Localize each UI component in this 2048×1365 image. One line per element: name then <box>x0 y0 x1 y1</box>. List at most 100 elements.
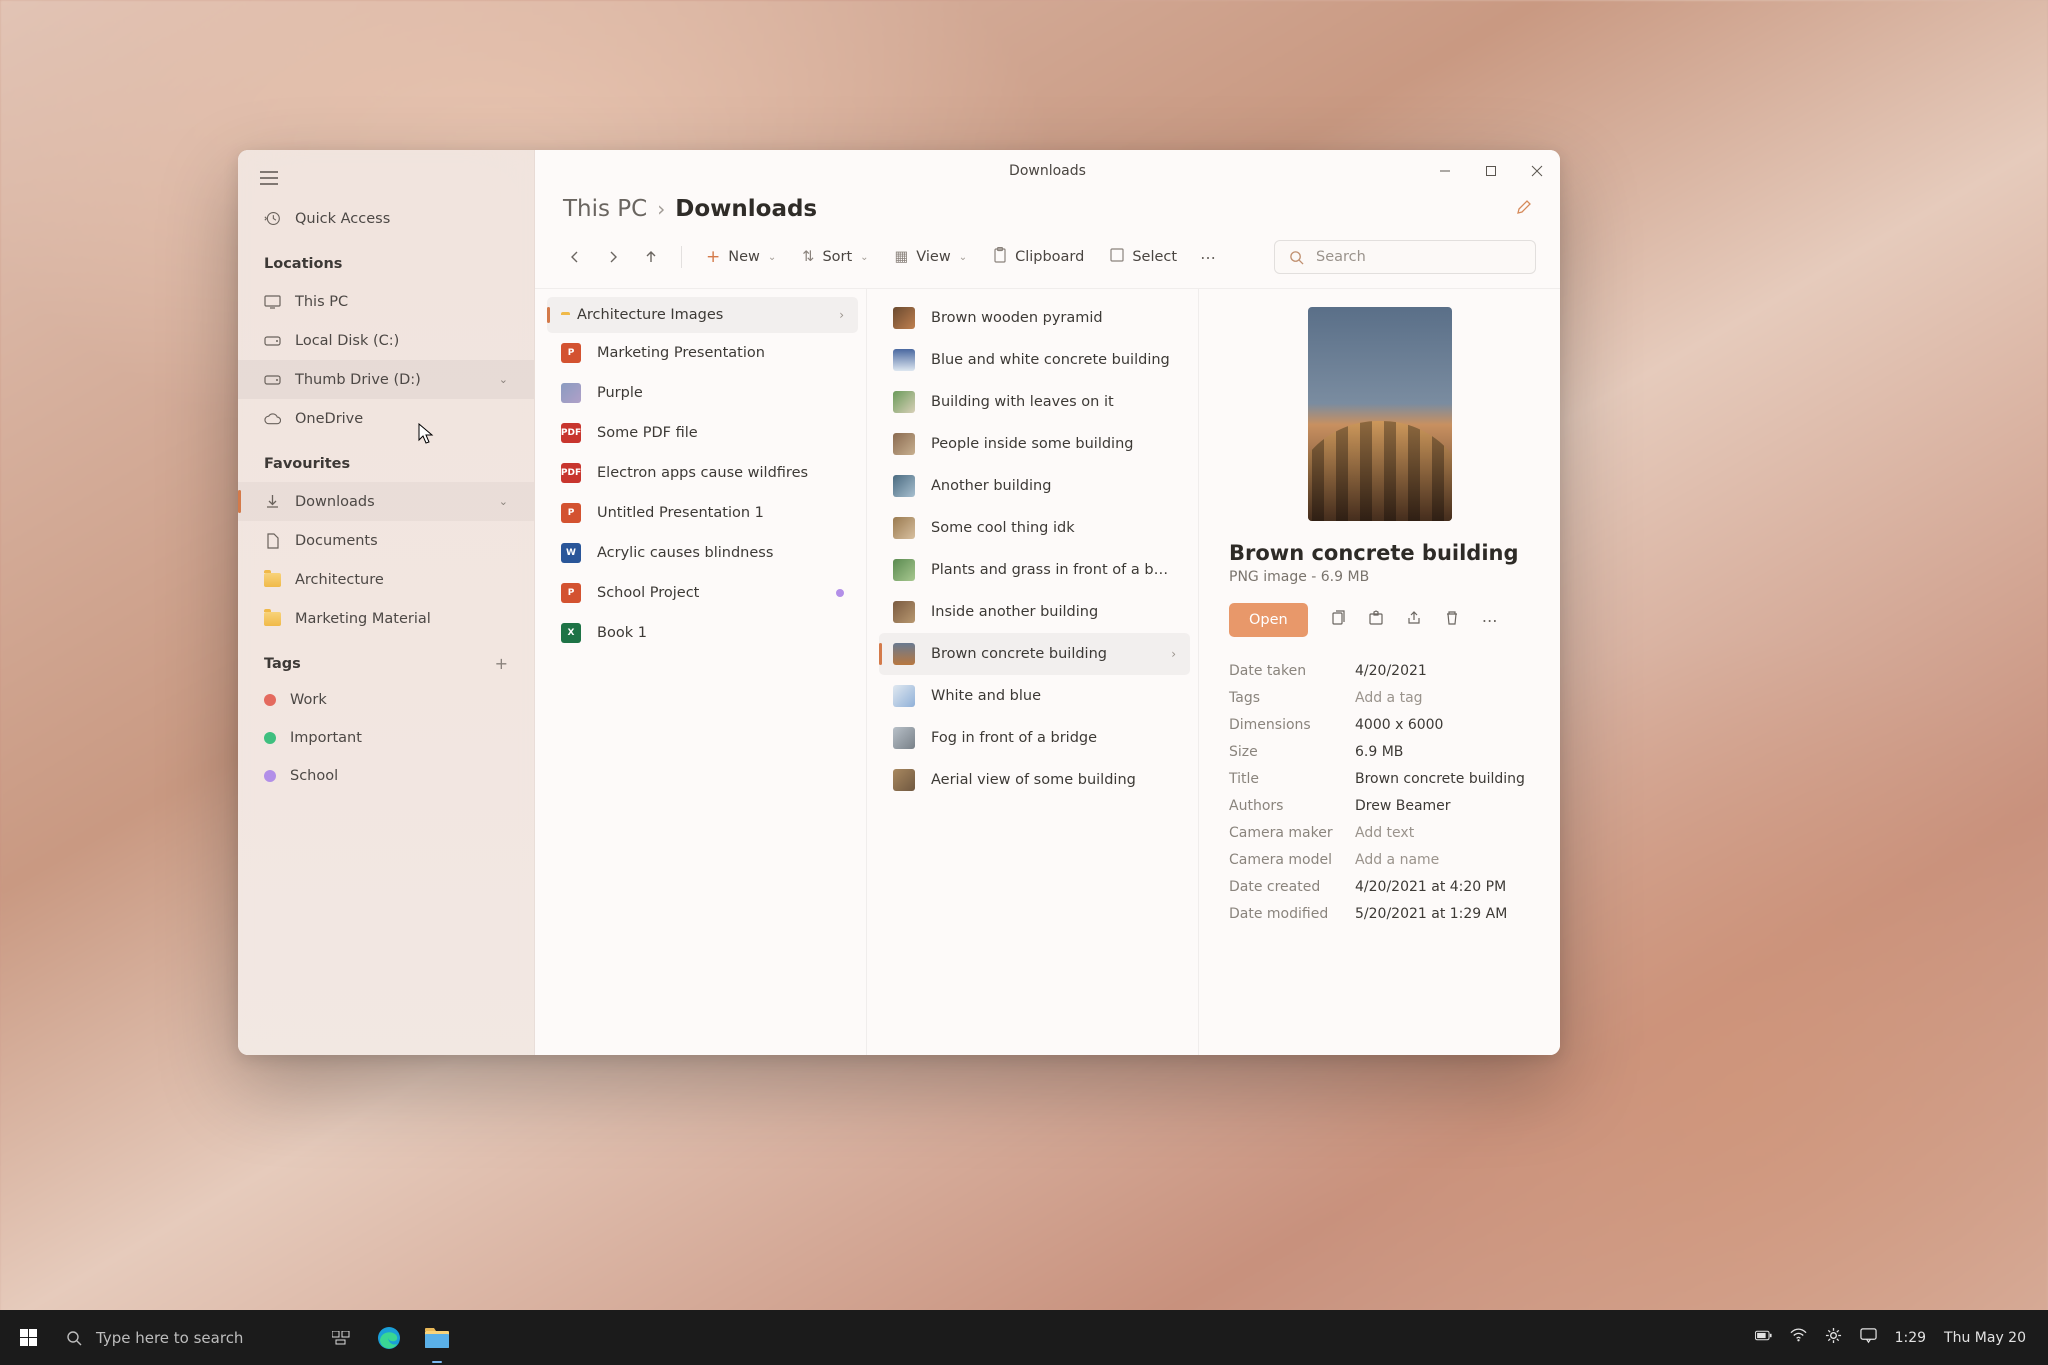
open-button[interactable]: Open <box>1229 603 1308 637</box>
titlebar[interactable]: Downloads <box>535 150 1560 192</box>
file-explorer-app[interactable] <box>414 1310 460 1365</box>
sidebar-favourite-3[interactable]: Marketing Material <box>238 599 534 638</box>
settings-icon[interactable] <box>1825 1327 1842 1348</box>
file-label: Aerial view of some building <box>931 772 1136 788</box>
file-label: Some cool thing idk <box>931 520 1075 536</box>
battery-icon[interactable] <box>1755 1327 1772 1348</box>
details-actions: Open ⋯ <box>1229 603 1530 637</box>
file-item[interactable]: Blue and white concrete building <box>879 339 1190 381</box>
window-title: Downloads <box>1009 163 1086 179</box>
sidebar-favourite-1[interactable]: Documents <box>238 521 534 560</box>
location-label: Local Disk (C:) <box>295 333 399 349</box>
file-type-icon: PDF <box>561 423 581 443</box>
sidebar-tag-2[interactable]: School <box>238 757 534 795</box>
file-item[interactable]: PMarketing Presentation <box>547 333 858 373</box>
clipboard-button[interactable]: Clipboard <box>983 241 1094 273</box>
file-item[interactable]: XBook 1 <box>547 613 858 653</box>
breadcrumb-root[interactable]: This PC <box>563 196 647 222</box>
file-item[interactable]: Plants and grass in front of a building <box>879 549 1190 591</box>
start-button[interactable] <box>4 1310 52 1365</box>
file-item[interactable]: PUntitled Presentation 1 <box>547 493 858 533</box>
close-button[interactable] <box>1514 150 1560 192</box>
file-label: Some PDF file <box>597 425 698 441</box>
sidebar-location-1[interactable]: Local Disk (C:) <box>238 321 534 360</box>
taskbar-time[interactable]: 1:29 <box>1895 1330 1926 1346</box>
edge-app[interactable] <box>366 1310 412 1365</box>
sidebar-favourite-2[interactable]: Architecture <box>238 560 534 599</box>
meta-value: 4/20/2021 <box>1355 663 1530 679</box>
favourite-label: Documents <box>295 533 378 549</box>
content-area: Architecture Images›PMarketing Presentat… <box>535 289 1560 1055</box>
sort-button[interactable]: ⇅Sort⌄ <box>792 243 878 271</box>
file-item[interactable]: Some cool thing idk <box>879 507 1190 549</box>
sidebar-favourite-0[interactable]: Downloads⌄ <box>238 482 534 521</box>
file-item[interactable]: Another building <box>879 465 1190 507</box>
more-actions-button[interactable]: ⋯ <box>1482 611 1500 630</box>
nav-back-button[interactable] <box>559 241 591 273</box>
edit-path-button[interactable] <box>1516 199 1532 219</box>
select-button[interactable]: Select <box>1100 242 1187 272</box>
image-thumbnail <box>893 769 915 791</box>
preview-thumbnail[interactable] <box>1308 307 1452 521</box>
file-label: Another building <box>931 478 1051 494</box>
meta-value[interactable]: Add a tag <box>1355 690 1530 706</box>
select-icon <box>1110 248 1124 266</box>
meta-value: Brown concrete building <box>1355 771 1530 787</box>
file-item[interactable]: Building with leaves on it <box>879 381 1190 423</box>
notifications-icon[interactable] <box>1860 1327 1877 1348</box>
file-item[interactable]: Inside another building <box>879 591 1190 633</box>
hamburger-button[interactable] <box>238 156 534 199</box>
sidebar-location-3[interactable]: OneDrive <box>238 399 534 438</box>
file-item[interactable]: People inside some building <box>879 423 1190 465</box>
nav-up-button[interactable] <box>635 241 667 273</box>
view-button[interactable]: ▦View⌄ <box>885 243 978 271</box>
sidebar-location-0[interactable]: This PC <box>238 282 534 321</box>
file-item[interactable]: Brown wooden pyramid <box>879 297 1190 339</box>
open-with-button[interactable] <box>1368 610 1384 630</box>
file-item[interactable]: Brown concrete building› <box>879 633 1190 675</box>
sidebar-location-2[interactable]: Thumb Drive (D:)⌄ <box>238 360 534 399</box>
file-item[interactable]: WAcrylic causes blindness <box>547 533 858 573</box>
wifi-icon[interactable] <box>1790 1327 1807 1348</box>
search-icon <box>1289 250 1304 265</box>
new-button[interactable]: +New⌄ <box>696 243 786 272</box>
file-item[interactable]: Fog in front of a bridge <box>879 717 1190 759</box>
add-tag-button[interactable]: + <box>495 654 508 673</box>
maximize-button[interactable] <box>1468 150 1514 192</box>
minimize-button[interactable] <box>1422 150 1468 192</box>
taskbar-search[interactable]: Type here to search <box>52 1318 314 1358</box>
meta-value[interactable]: Add text <box>1355 825 1530 841</box>
file-item[interactable]: PSchool Project <box>547 573 858 613</box>
sidebar-tag-1[interactable]: Important <box>238 719 534 757</box>
file-item[interactable]: Purple <box>547 373 858 413</box>
file-item[interactable]: Aerial view of some building <box>879 759 1190 801</box>
system-tray: 1:29 Thu May 20 <box>1755 1327 2044 1348</box>
file-label: Blue and white concrete building <box>931 352 1170 368</box>
main-pane: Downloads This PC › Downloads +New⌄ ⇅Sor… <box>535 150 1560 1055</box>
file-item[interactable]: White and blue <box>879 675 1190 717</box>
image-thumbnail <box>893 433 915 455</box>
sidebar-tag-0[interactable]: Work <box>238 681 534 719</box>
nav-forward-button[interactable] <box>597 241 629 273</box>
copy-button[interactable] <box>1330 610 1346 630</box>
document-icon <box>264 532 281 549</box>
search-input[interactable]: Search <box>1274 240 1536 274</box>
taskbar-date[interactable]: Thu May 20 <box>1944 1330 2026 1346</box>
meta-value[interactable]: Add a name <box>1355 852 1530 868</box>
file-label: People inside some building <box>931 436 1133 452</box>
task-view-button[interactable] <box>318 1310 364 1365</box>
delete-button[interactable] <box>1444 610 1460 630</box>
file-item[interactable]: Architecture Images› <box>547 297 858 333</box>
sidebar-quick-access[interactable]: Quick Access <box>238 199 534 238</box>
more-button[interactable]: ⋯ <box>1193 241 1225 273</box>
file-item[interactable]: PDFElectron apps cause wildfires <box>547 453 858 493</box>
favourite-label: Architecture <box>295 572 384 588</box>
file-type-icon: X <box>561 623 581 643</box>
file-item[interactable]: PDF Some PDF file <box>547 413 858 453</box>
history-icon <box>264 210 281 227</box>
file-type-icon: P <box>561 583 581 603</box>
share-button[interactable] <box>1406 610 1422 630</box>
location-label: OneDrive <box>295 411 363 427</box>
favourites-heading: Favourites <box>238 438 534 482</box>
tag-label: Important <box>290 730 362 746</box>
